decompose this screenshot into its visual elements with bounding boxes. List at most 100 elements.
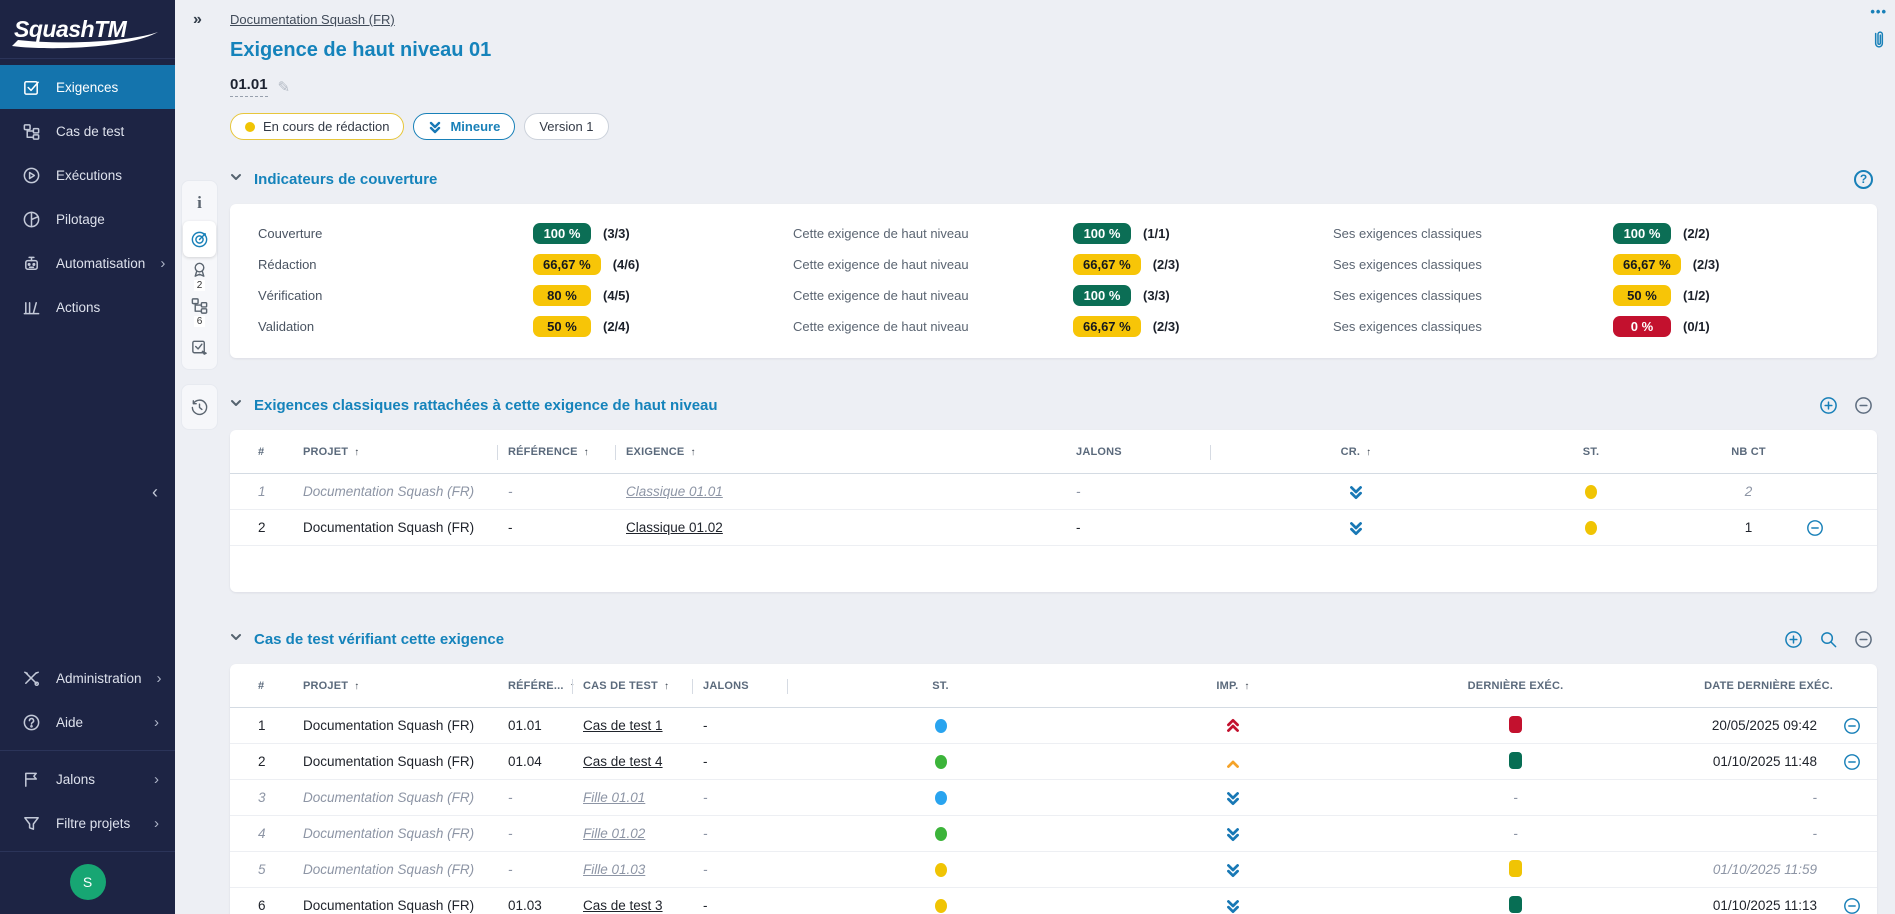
sidebar-item-cas-de-test[interactable]: Cas de test bbox=[0, 109, 175, 153]
cases-section-toggle[interactable]: Cas de test vérifiant cette exigence bbox=[230, 630, 504, 648]
expand-tree-icon[interactable]: » bbox=[193, 11, 202, 29]
coverage-scope-label: Cette exigence de haut niveau bbox=[793, 226, 1073, 241]
criticality-pill-label: Mineure bbox=[450, 119, 500, 134]
remove-test-case-button[interactable] bbox=[1854, 630, 1873, 649]
test-case-link[interactable]: Cas de test 3 bbox=[583, 898, 663, 913]
row-project: Documentation Squash (FR) bbox=[303, 520, 508, 535]
sidebar-item-executions[interactable]: Exécutions bbox=[0, 153, 175, 197]
coverage-section-toggle[interactable]: Indicateurs de couverture bbox=[230, 170, 437, 188]
row-nbct: 1 bbox=[1745, 520, 1753, 535]
test-case-link[interactable]: Cas de test 4 bbox=[583, 754, 663, 769]
sidebar-item-exigences[interactable]: Exigences bbox=[0, 65, 175, 109]
col-case[interactable]: CAS DE TEST↑ bbox=[583, 680, 703, 692]
help-icon[interactable]: ? bbox=[1854, 170, 1873, 189]
remove-requirement-button[interactable] bbox=[1854, 396, 1873, 415]
sidebar-item-jalons[interactable]: Jalons › bbox=[0, 757, 175, 801]
criticality-pill[interactable]: Mineure bbox=[413, 113, 515, 140]
table-row[interactable]: 4 Documentation Squash (FR) - Fille 01.0… bbox=[230, 816, 1877, 852]
search-icon[interactable] bbox=[1819, 630, 1838, 649]
detach-test-case-button[interactable] bbox=[1843, 897, 1888, 914]
detach-requirement-button[interactable] bbox=[1806, 519, 1846, 537]
coverage-scope-label: Ses exigences classiques bbox=[1333, 257, 1613, 272]
row-project: Documentation Squash (FR) bbox=[303, 826, 508, 841]
test-case-link[interactable]: Fille 01.02 bbox=[583, 826, 645, 841]
importance-chevron-icon bbox=[1225, 898, 1241, 914]
sidebar-item-filtre-projets[interactable]: Filtre projets › bbox=[0, 801, 175, 845]
coverage-count: (2/2) bbox=[1683, 226, 1710, 241]
test-case-link[interactable]: Fille 01.03 bbox=[583, 862, 645, 877]
sidebar-item-actions[interactable]: Actions bbox=[0, 285, 175, 329]
col-cr[interactable]: CR.↑ bbox=[1341, 446, 1372, 458]
col-last-exec-date[interactable]: DATE DERNIÈRE EXÉC. bbox=[1704, 680, 1843, 692]
row-milestones: - bbox=[703, 898, 798, 913]
coverage-section: Indicateurs de couverture ? Couverture 1… bbox=[230, 164, 1877, 358]
col-nbct[interactable]: NB CT bbox=[1731, 446, 1766, 458]
last-exec-status-icon bbox=[1509, 752, 1522, 769]
help-circle-icon bbox=[21, 712, 41, 732]
status-pill[interactable]: En cours de rédaction bbox=[230, 113, 404, 140]
attachments-paperclip-icon[interactable] bbox=[1869, 28, 1889, 59]
col-last-exec[interactable]: DERNIÈRE EXÉC. bbox=[1468, 680, 1564, 692]
version-pill[interactable]: Version 1 bbox=[524, 113, 608, 140]
col-num[interactable]: # bbox=[258, 680, 303, 692]
detach-test-case-button[interactable] bbox=[1843, 753, 1888, 771]
requirement-link[interactable]: Classique 01.02 bbox=[626, 520, 723, 535]
coverage-scope-label: Cette exigence de haut niveau bbox=[793, 288, 1073, 303]
col-milestones[interactable]: JALONS bbox=[703, 680, 798, 692]
test-case-link[interactable]: Fille 01.01 bbox=[583, 790, 645, 805]
sidebar-item-administration[interactable]: Administration › bbox=[0, 656, 175, 700]
status-dot-icon bbox=[1585, 521, 1597, 535]
criticality-chevron-icon bbox=[1348, 520, 1364, 536]
tab-milestones[interactable]: 2 bbox=[183, 257, 216, 293]
add-test-case-button[interactable] bbox=[1784, 630, 1803, 649]
table-row[interactable]: 1 Documentation Squash (FR) 01.01 Cas de… bbox=[230, 708, 1877, 744]
table-row[interactable]: 5 Documentation Squash (FR) - Fille 01.0… bbox=[230, 852, 1877, 888]
col-requirement[interactable]: EXIGENCE↑ bbox=[626, 446, 1076, 458]
table-row[interactable]: 2 Documentation Squash (FR) 01.04 Cas de… bbox=[230, 744, 1877, 780]
tab-verifying-cases[interactable] bbox=[183, 329, 216, 365]
tab-history[interactable] bbox=[183, 389, 216, 425]
col-st[interactable]: ST. bbox=[1583, 446, 1600, 458]
col-reference[interactable]: RÉFÉRE...↑ bbox=[508, 680, 583, 692]
tab-tree[interactable]: 6 bbox=[183, 293, 216, 329]
col-imp[interactable]: IMP.↑ bbox=[1216, 680, 1249, 692]
detach-test-case-button[interactable] bbox=[1843, 717, 1888, 735]
table-row[interactable]: 1 Documentation Squash (FR) - Classique … bbox=[230, 474, 1877, 510]
row-num: 5 bbox=[258, 862, 303, 877]
table-row[interactable]: 3 Documentation Squash (FR) - Fille 01.0… bbox=[230, 780, 1877, 816]
add-requirement-button[interactable] bbox=[1819, 396, 1838, 415]
coverage-badge: 66,67 % bbox=[1613, 254, 1681, 275]
col-st[interactable]: ST. bbox=[932, 680, 949, 692]
col-reference[interactable]: RÉFÉRENCE↑ bbox=[508, 446, 626, 458]
bottom-nav: Administration › Aide › bbox=[0, 650, 175, 750]
sidebar-collapse-icon[interactable]: ‹ bbox=[152, 482, 158, 503]
sidebar-item-pilotage[interactable]: Pilotage bbox=[0, 197, 175, 241]
table-row[interactable]: 6 Documentation Squash (FR) 01.03 Cas de… bbox=[230, 888, 1877, 914]
test-case-link[interactable]: Cas de test 1 bbox=[583, 718, 663, 733]
app-logo[interactable]: SquashTM bbox=[0, 0, 175, 58]
table-header-row: # PROJET↑ RÉFÉRE...↑ CAS DE TEST↑ JALONS… bbox=[230, 664, 1877, 708]
col-project[interactable]: PROJET↑ bbox=[303, 680, 508, 692]
status-dot-icon bbox=[935, 863, 947, 877]
edit-pencil-icon[interactable]: ✎ bbox=[278, 78, 291, 96]
table-row[interactable]: 2 Documentation Squash (FR) - Classique … bbox=[230, 510, 1877, 546]
requirement-link[interactable]: Classique 01.01 bbox=[626, 484, 723, 499]
col-num[interactable]: # bbox=[258, 446, 303, 458]
sidebar-item-label: Exigences bbox=[56, 80, 118, 95]
tool-rail: i 2 6 bbox=[181, 180, 218, 430]
tab-coverage[interactable] bbox=[183, 221, 216, 257]
coverage-row: Rédaction 66,67 %(4/6) Cette exigence de… bbox=[258, 249, 1857, 280]
sidebar-item-automatisation[interactable]: Automatisation › bbox=[0, 241, 175, 285]
more-options-icon[interactable]: ••• bbox=[1870, 4, 1887, 19]
user-avatar[interactable]: S bbox=[70, 864, 106, 900]
col-milestones[interactable]: JALONS bbox=[1076, 446, 1221, 458]
col-project[interactable]: PROJET↑ bbox=[303, 446, 508, 458]
cases-section-title: Cas de test vérifiant cette exigence bbox=[254, 631, 504, 648]
row-reference: 01.04 bbox=[508, 754, 583, 769]
classic-section-toggle[interactable]: Exigences classiques rattachées à cette … bbox=[230, 396, 718, 414]
sidebar-item-aide[interactable]: Aide › bbox=[0, 700, 175, 744]
breadcrumb[interactable]: Documentation Squash (FR) bbox=[230, 12, 395, 27]
tab-information[interactable]: i bbox=[183, 185, 216, 221]
row-exec-date: 01/10/2025 11:59 bbox=[1713, 862, 1843, 877]
requirement-reference[interactable]: 01.01 bbox=[230, 76, 268, 97]
